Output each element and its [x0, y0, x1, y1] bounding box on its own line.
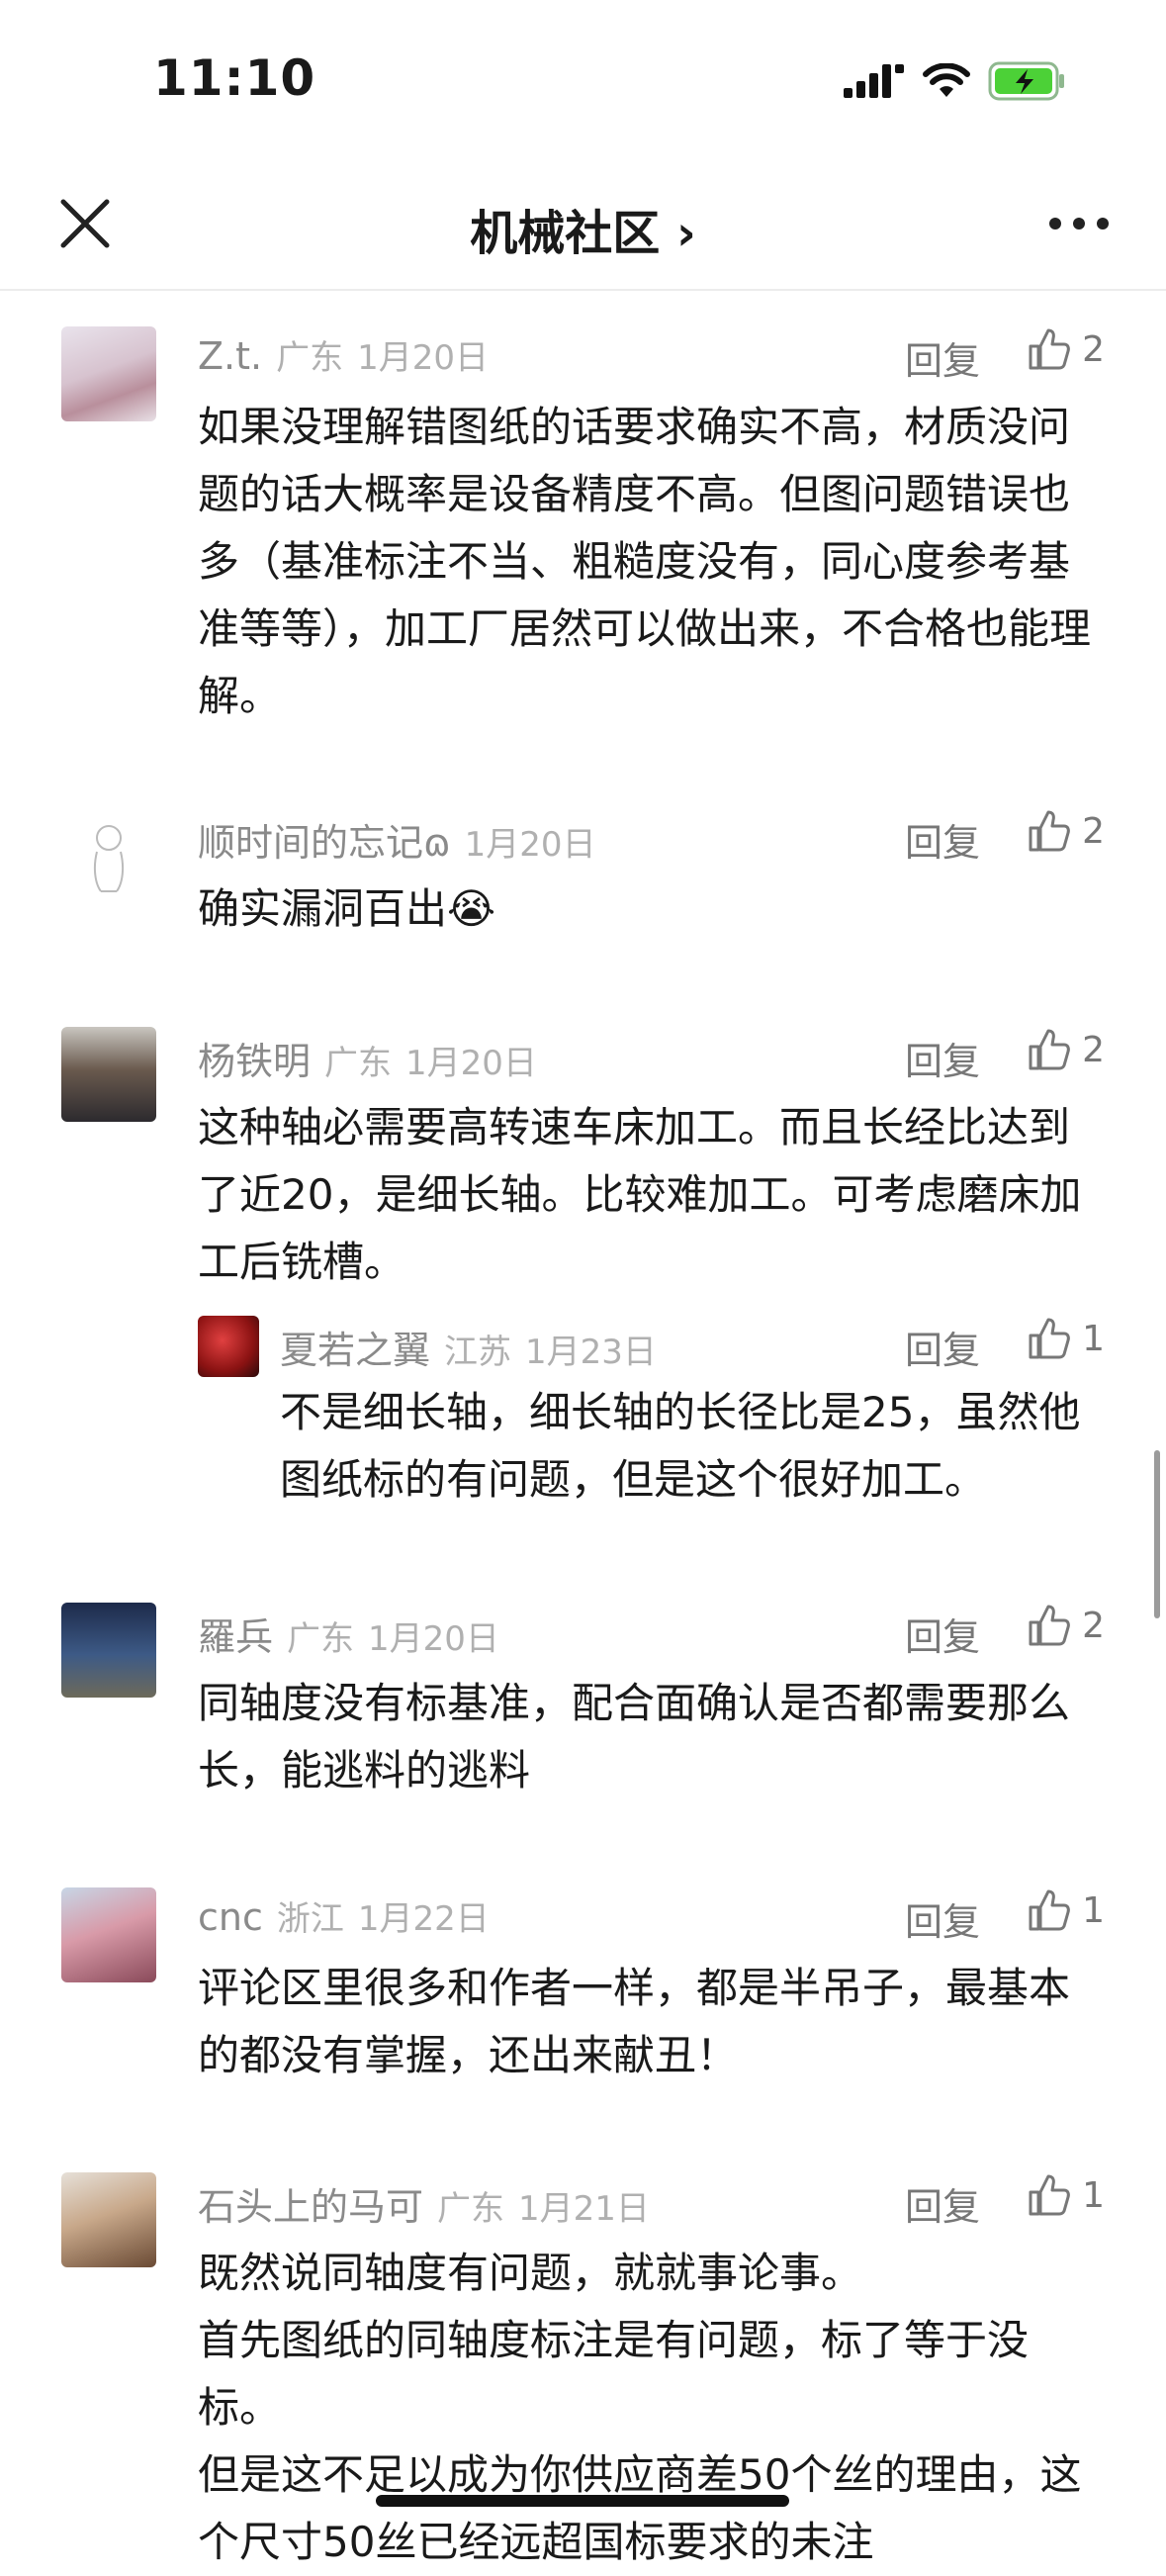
more-options-icon[interactable]: [1049, 218, 1109, 230]
reply-button[interactable]: 回复: [905, 330, 980, 385]
scrollbar[interactable]: [1154, 1450, 1160, 1618]
date: 1月20日: [464, 825, 596, 865]
home-indicator[interactable]: [376, 2495, 789, 2507]
comment-text: 确实漏洞百出😭: [198, 884, 496, 933]
date: 1月20日: [357, 338, 489, 378]
reply-button[interactable]: 回复: [905, 1320, 980, 1374]
comment-text: 不是细长轴，细长轴的长径比是25，虽然他图纸标的有问题，但是这个很好加工。: [280, 1388, 1081, 1504]
like-count: 1: [1082, 1889, 1105, 1931]
comment-text: 既然说同轴度有问题，就就事论事。 首先图纸的同轴度标注是有问题，标了等于没标。 …: [198, 2240, 1108, 2576]
avatar[interactable]: [61, 1027, 156, 1122]
like-button[interactable]: 1: [1027, 2172, 1105, 2218]
like-button[interactable]: 2: [1027, 808, 1105, 854]
avatar[interactable]: [198, 1316, 259, 1377]
reply-button[interactable]: 回复: [905, 1607, 980, 1661]
thumbs-up-icon: [1029, 328, 1070, 370]
author-name[interactable]: 杨铁明: [198, 1040, 311, 1083]
comment-meta: 杨铁明 广东 1月20日: [198, 1031, 537, 1085]
like-count: 2: [1082, 1029, 1105, 1070]
like-button[interactable]: 1: [1027, 1316, 1105, 1361]
like-count: 2: [1082, 328, 1105, 370]
avatar[interactable]: [61, 2172, 156, 2267]
location: 广东: [437, 2189, 505, 2229]
location: 浙江: [276, 1899, 344, 1939]
signal-icon: [844, 64, 904, 98]
like-count: 2: [1082, 1605, 1105, 1646]
comment-meta: 夏若之翼 江苏 1月23日: [280, 1320, 657, 1374]
status-time: 11:10: [153, 49, 316, 107]
thumbs-up-icon: [1029, 1605, 1070, 1646]
avatar[interactable]: [61, 326, 156, 421]
author-name[interactable]: 石头上的马可: [198, 2185, 423, 2229]
status-icons: [844, 61, 1067, 101]
date: 1月20日: [405, 1044, 537, 1083]
date: 1月21日: [518, 2189, 650, 2229]
comment-text: 这种轴必需要高转速车床加工。而且长经比达到了近20，是细长轴。比较难加工。可考虑…: [198, 1103, 1082, 1286]
comment-line: 既然说同轴度有问题，就就事论事。: [198, 2249, 863, 2297]
reply-button[interactable]: 回复: [905, 812, 980, 867]
author-name[interactable]: 夏若之翼: [280, 1329, 430, 1372]
battery-charging-icon: [988, 61, 1064, 101]
author-name[interactable]: cnc: [198, 1895, 263, 1939]
like-count: 2: [1082, 810, 1105, 852]
date: 1月20日: [368, 1619, 499, 1659]
community-title-link[interactable]: 机械社区 ›: [0, 194, 1166, 263]
author-name[interactable]: 羅兵: [198, 1615, 273, 1659]
wifi-icon: [923, 63, 970, 97]
location: 广东: [324, 1044, 393, 1083]
thumbs-up-icon: [1029, 1318, 1070, 1359]
comment-meta: cnc 浙江 1月22日: [198, 1891, 490, 1940]
like-button[interactable]: 2: [1027, 1603, 1105, 1648]
thumbs-up-icon: [1029, 1889, 1070, 1931]
location: 广东: [276, 338, 344, 378]
thumbs-up-icon: [1029, 1029, 1070, 1070]
reply-button[interactable]: 回复: [905, 1031, 980, 1085]
like-button[interactable]: 1: [1027, 1887, 1105, 1933]
avatar[interactable]: [61, 1603, 156, 1698]
author-name[interactable]: 顺时间的忘记ɷ: [198, 821, 451, 865]
like-button[interactable]: 2: [1027, 326, 1105, 372]
location: 江苏: [444, 1333, 512, 1372]
avatar-sketch-icon: [93, 825, 125, 892]
date: 1月22日: [357, 1899, 490, 1939]
thumbs-up-icon: [1029, 2174, 1070, 2216]
avatar[interactable]: [61, 808, 156, 903]
reply-button[interactable]: 回复: [905, 2176, 980, 2231]
comment-meta: 顺时间的忘记ɷ 1月20日: [198, 812, 596, 867]
comment-text: 同轴度没有标基准，配合面确认是否都需要那么长，能逃料的逃料: [198, 1679, 1071, 1794]
comment-meta: 羅兵 广东 1月20日: [198, 1607, 499, 1661]
date: 1月23日: [525, 1333, 657, 1372]
comment-text: 如果没理解错图纸的话要求确实不高，材质没问题的话大概率是设备精度不高。但图问题错…: [198, 403, 1092, 720]
comment-meta: 石头上的马可 广东 1月21日: [198, 2176, 650, 2231]
reply-button[interactable]: 回复: [905, 1891, 980, 1946]
comment-line: 首先图纸的同轴度标注是有问题，标了等于没标。: [198, 2316, 1030, 2432]
like-count: 1: [1082, 2174, 1105, 2216]
location: 广东: [287, 1619, 355, 1659]
comment-meta: Z.t. 广东 1月20日: [198, 330, 489, 379]
avatar[interactable]: [61, 1887, 156, 1982]
comment-line: 但是这不足以成为你供应商差50个丝的理由，这个尺寸50丝已经远超国标要求的未注: [198, 2450, 1082, 2566]
like-count: 1: [1082, 1318, 1105, 1359]
like-button[interactable]: 2: [1027, 1027, 1105, 1072]
author-name[interactable]: Z.t.: [198, 334, 262, 378]
thumbs-up-icon: [1029, 810, 1070, 852]
comment-text: 评论区里很多和作者一样，都是半吊子，最基本的都没有掌握，还出来献丑！: [198, 1964, 1071, 2079]
